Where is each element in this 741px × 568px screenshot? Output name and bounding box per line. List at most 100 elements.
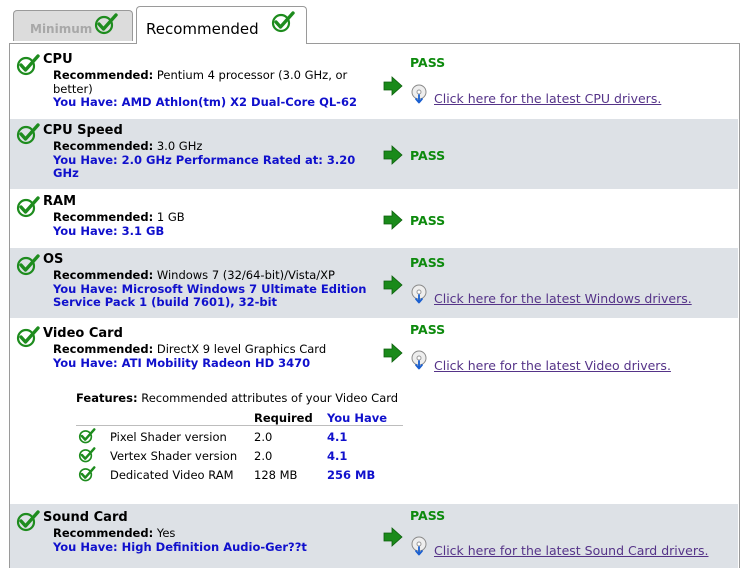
tab-minimum-label: Minimum xyxy=(30,22,93,36)
recommended-line: Recommended: DirectX 9 level Graphics Ca… xyxy=(53,342,326,356)
you-have-value: ATI Mobility Radeon HD 3470 xyxy=(121,356,311,370)
requirement-title: CPU xyxy=(43,52,73,67)
feature-name: Vertex Shader version xyxy=(110,449,238,463)
requirement-title: RAM xyxy=(43,194,77,209)
check-icon xyxy=(16,196,40,218)
check-icon xyxy=(16,510,40,532)
feature-row: Dedicated Video RAM 128 MB 256 MB xyxy=(76,466,406,484)
recommended-value: 1 GB xyxy=(156,210,185,224)
column-header-you-have: You Have xyxy=(327,411,388,425)
check-icon xyxy=(94,13,118,35)
recommended-label: Recommended: xyxy=(53,342,154,356)
you-have-line: You Have: AMD Athlon(tm) X2 Dual-Core QL… xyxy=(53,95,357,109)
status-pass: PASS xyxy=(410,322,446,337)
requirement-title: Sound Card xyxy=(43,510,128,525)
feature-have: 4.1 xyxy=(327,449,348,463)
recommended-line: Recommended: Pentium 4 processor (3.0 GH… xyxy=(53,68,347,82)
check-icon xyxy=(271,11,295,33)
you-have-line: You Have: 2.0 GHz Performance Rated at: … xyxy=(53,153,355,167)
arrow-right-icon xyxy=(383,275,403,295)
you-have-value-continued: Service Pack 1 (build 7601), 32-bit xyxy=(53,295,278,309)
tab-minimum[interactable]: Minimum xyxy=(13,10,133,41)
features-label: Features: xyxy=(76,391,138,405)
recommended-value: 3.0 GHz xyxy=(156,139,203,153)
sound-card-drivers-link[interactable]: Click here for the latest Sound Card dri… xyxy=(434,543,708,558)
status-pass: PASS xyxy=(410,255,446,270)
recommended-value: Yes xyxy=(156,526,176,540)
tab-recommended[interactable]: Recommended xyxy=(136,6,307,44)
feature-have: 256 MB xyxy=(327,468,376,482)
check-icon xyxy=(78,466,96,482)
arrow-right-icon xyxy=(383,210,403,230)
feature-row: Pixel Shader version 2.0 4.1 xyxy=(76,428,406,446)
features-description: Recommended attributes of your Video Car… xyxy=(141,391,399,405)
download-driver-icon[interactable] xyxy=(410,350,428,370)
you-have-line: You Have: ATI Mobility Radeon HD 3470 xyxy=(53,356,310,370)
requirement-row-sound-card: Sound Card Recommended: Yes You Have: Hi… xyxy=(10,504,738,568)
recommended-value: Pentium 4 processor (3.0 GHz, or xyxy=(156,68,348,82)
you-have-line: You Have: High Definition Audio-Ger??t xyxy=(53,540,307,554)
requirement-row-os: OS Recommended: Windows 7 (32/64-bit)/Vi… xyxy=(10,248,738,318)
you-have-line: You Have: 3.1 GB xyxy=(53,224,164,238)
you-have-label: You Have: xyxy=(53,224,118,238)
recommended-line: Recommended: 3.0 GHz xyxy=(53,139,202,153)
you-have-label: You Have: xyxy=(53,95,118,109)
check-icon xyxy=(16,123,40,145)
you-have-value: 3.1 GB xyxy=(121,224,165,238)
you-have-line: You Have: Microsoft Windows 7 Ultimate E… xyxy=(53,282,366,296)
arrow-right-icon xyxy=(383,76,403,96)
you-have-label: You Have: xyxy=(53,282,118,296)
feature-row: Vertex Shader version 2.0 4.1 xyxy=(76,447,406,465)
recommended-label: Recommended: xyxy=(53,210,154,224)
you-have-value: 2.0 GHz Performance Rated at: 3.20 xyxy=(121,153,356,167)
you-have-label: You Have: xyxy=(53,540,118,554)
recommended-line: Recommended: 1 GB xyxy=(53,210,185,224)
check-icon xyxy=(78,447,96,463)
recommended-label: Recommended: xyxy=(53,268,154,282)
column-header-required: Required xyxy=(254,411,313,425)
check-icon xyxy=(78,428,96,444)
requirement-title: OS xyxy=(43,252,64,267)
cpu-drivers-link[interactable]: Click here for the latest CPU drivers. xyxy=(434,91,661,106)
status-pass: PASS xyxy=(410,148,446,163)
tab-bar: Minimum Recommended xyxy=(0,0,741,44)
recommended-value-continued: better) xyxy=(53,82,93,96)
video-drivers-link[interactable]: Click here for the latest Video drivers. xyxy=(434,358,671,373)
you-have-value: High Definition Audio-Ger??t xyxy=(121,540,307,554)
recommended-line: Recommended: Yes xyxy=(53,526,175,540)
you-have-label: You Have: xyxy=(53,356,118,370)
recommended-line: Recommended: Windows 7 (32/64-bit)/Vista… xyxy=(53,268,335,282)
requirement-row-cpu-speed: CPU Speed Recommended: 3.0 GHz You Have:… xyxy=(10,119,738,189)
you-have-value: AMD Athlon(tm) X2 Dual-Core QL-62 xyxy=(121,95,357,109)
requirement-row-cpu: CPU Recommended: Pentium 4 processor (3.… xyxy=(10,48,738,116)
you-have-value-continued: GHz xyxy=(53,166,79,180)
feature-have: 4.1 xyxy=(327,430,348,444)
check-icon xyxy=(16,326,40,348)
feature-required: 128 MB xyxy=(254,468,298,482)
check-icon xyxy=(16,54,40,76)
recommended-value: Windows 7 (32/64-bit)/Vista/XP xyxy=(156,268,335,282)
recommended-label: Recommended: xyxy=(53,526,154,540)
windows-drivers-link[interactable]: Click here for the latest Windows driver… xyxy=(434,291,692,306)
header-divider xyxy=(76,425,403,426)
you-have-label: You Have: xyxy=(53,153,118,167)
feature-required: 2.0 xyxy=(254,430,273,444)
download-driver-icon[interactable] xyxy=(410,536,428,556)
recommended-label: Recommended: xyxy=(53,68,154,82)
arrow-right-icon xyxy=(383,145,403,165)
recommended-value: DirectX 9 level Graphics Card xyxy=(156,342,327,356)
check-icon xyxy=(16,254,40,276)
features-caption: Features: Recommended attributes of your… xyxy=(76,391,398,405)
you-have-value: Microsoft Windows 7 Ultimate Edition xyxy=(121,282,367,296)
requirement-title: CPU Speed xyxy=(43,123,123,138)
tab-recommended-label: Recommended xyxy=(146,20,259,38)
status-pass: PASS xyxy=(410,213,446,228)
download-driver-icon[interactable] xyxy=(410,284,428,304)
requirement-row-ram: RAM Recommended: 1 GB You Have: 3.1 GB P… xyxy=(10,190,738,247)
status-pass: PASS xyxy=(410,508,446,523)
arrow-right-icon xyxy=(383,343,403,363)
feature-name: Pixel Shader version xyxy=(110,430,227,444)
requirement-title: Video Card xyxy=(43,326,123,341)
download-driver-icon[interactable] xyxy=(410,84,428,104)
feature-required: 2.0 xyxy=(254,449,273,463)
